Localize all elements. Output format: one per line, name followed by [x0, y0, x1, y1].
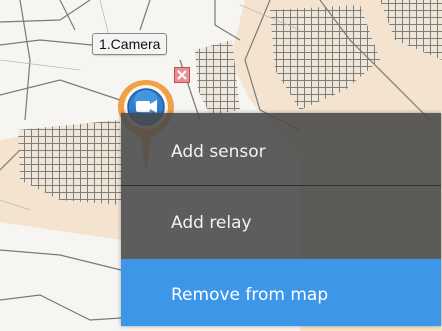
menu-item-remove-from-map[interactable]: Remove from map	[121, 259, 441, 326]
context-menu: Add sensor Add relay Remove from map	[121, 113, 441, 326]
menu-item-add-relay[interactable]: Add relay	[121, 187, 441, 259]
map-building	[195, 40, 240, 115]
video-camera-icon	[136, 100, 157, 113]
camera-label: 1.Camera	[92, 33, 168, 55]
menu-item-add-sensor[interactable]: Add sensor	[121, 113, 441, 186]
